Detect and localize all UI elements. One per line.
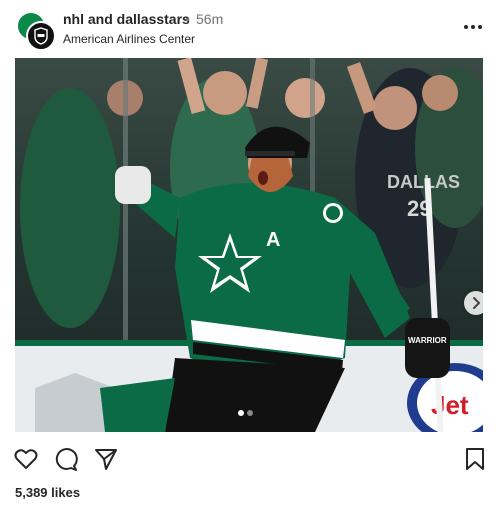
post-time[interactable]: 56m: [196, 11, 223, 27]
nhl-shield-icon: [34, 27, 48, 45]
share-button[interactable]: [93, 446, 119, 472]
svg-text:DALLAS: DALLAS: [387, 172, 460, 192]
chevron-right-icon: [473, 297, 480, 309]
captain-letter: A: [266, 229, 280, 251]
carousel-dot-active: [238, 410, 244, 416]
save-button[interactable]: [462, 446, 488, 472]
post-location[interactable]: American Airlines Center: [63, 32, 195, 46]
avatar[interactable]: [16, 11, 56, 51]
carousel-next-button[interactable]: [464, 291, 483, 315]
like-button[interactable]: [13, 446, 39, 472]
comment-button[interactable]: [53, 446, 79, 472]
carousel-dot: [247, 410, 253, 416]
share-icon: [95, 449, 117, 470]
nhl-avatar: [26, 21, 56, 51]
account-name[interactable]: nhl and dallasstars: [63, 11, 190, 27]
comment-icon: [55, 448, 78, 471]
separator-dot: •: [185, 11, 190, 27]
post-image[interactable]: 29 DALLAS Jet WARRIOR A: [15, 58, 483, 432]
hockey-celebration-photo: 29 DALLAS Jet WARRIOR A: [15, 58, 483, 432]
more-icon: [464, 25, 482, 29]
likes-count[interactable]: 5,389 likes: [15, 485, 80, 500]
more-options-button[interactable]: [461, 17, 485, 37]
action-bar: [0, 440, 498, 476]
post-header: nhl and dallasstars • 56m American Airli…: [0, 0, 498, 58]
bookmark-icon: [466, 448, 484, 470]
heart-icon: [14, 449, 38, 469]
svg-text:WARRIOR: WARRIOR: [408, 336, 447, 345]
